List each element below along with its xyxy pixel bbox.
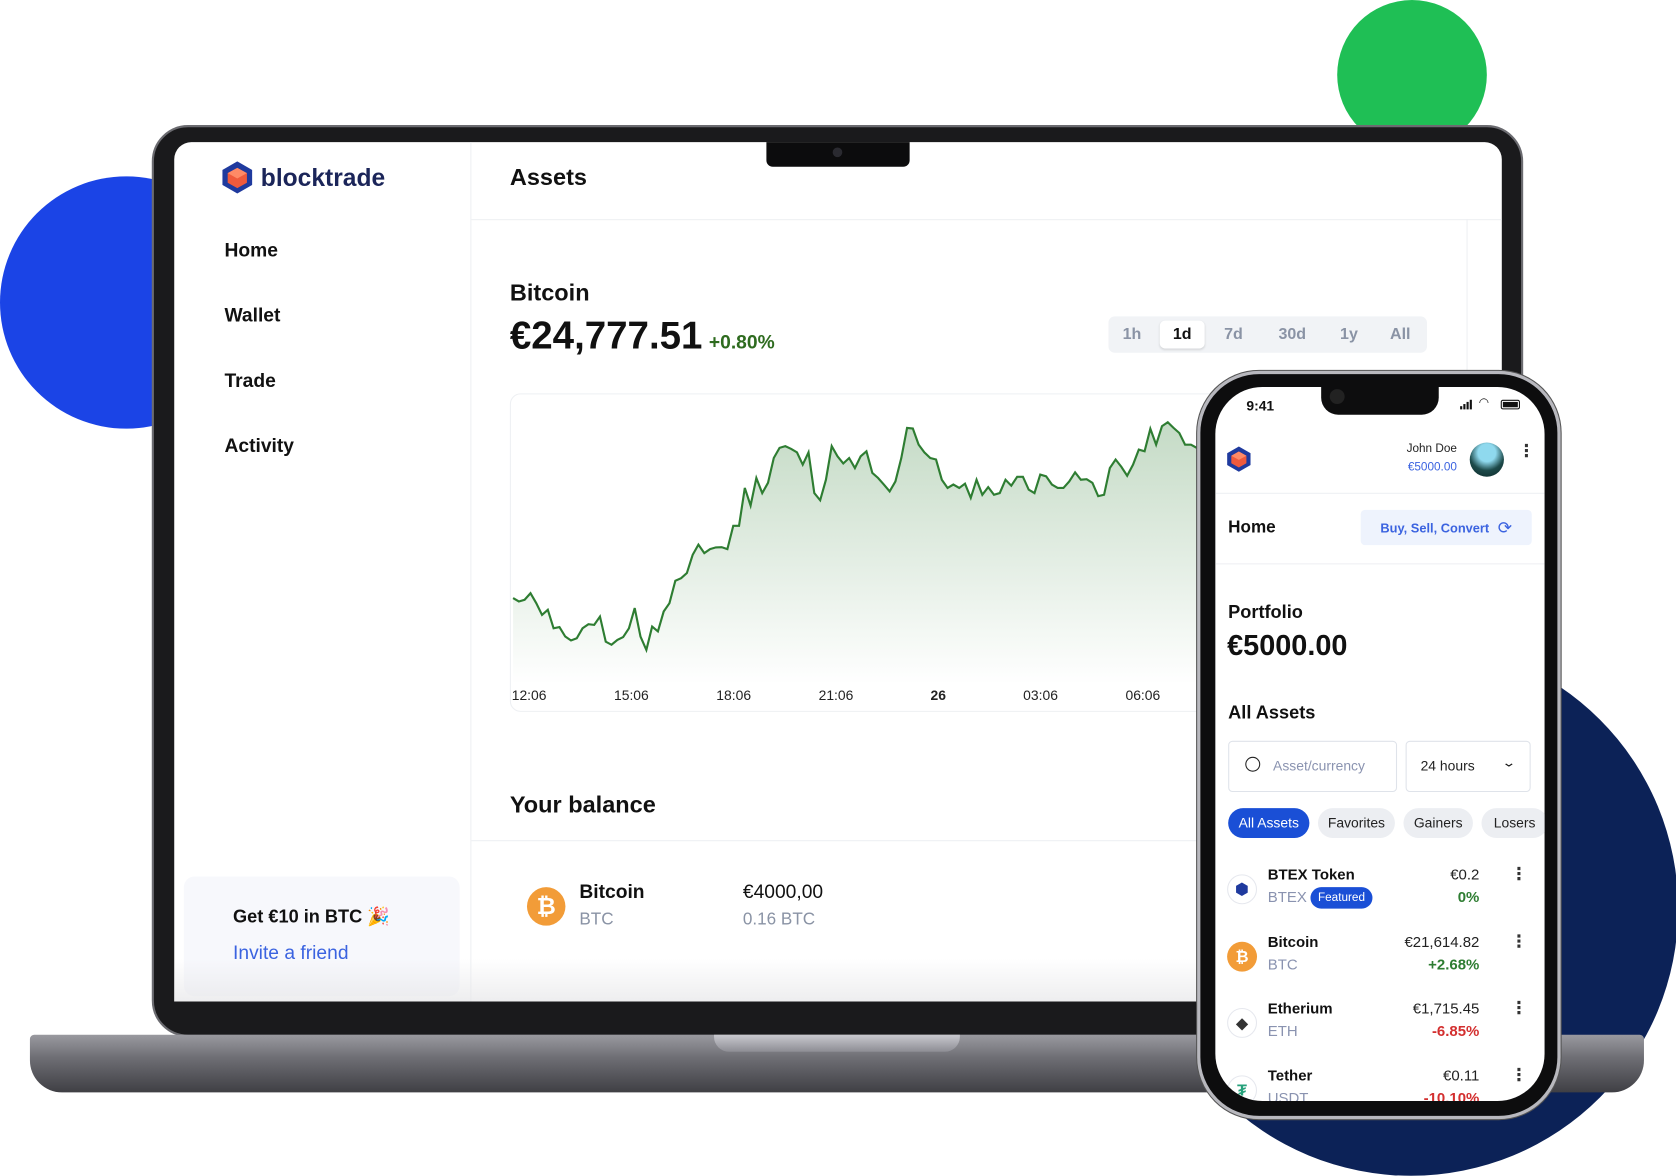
asset-name: Etherium: [1268, 999, 1333, 1016]
x-tick-label: 15:06: [614, 687, 649, 703]
portfolio-label: Portfolio: [1228, 602, 1303, 623]
asset-row-ethereum[interactable]: ◆ Etherium ETH €1,715.45 -6.85% ⋮: [1215, 999, 1544, 1063]
wifi-icon: ◠: [1479, 395, 1488, 409]
x-tick-label: 26: [931, 687, 946, 703]
x-tick-label: 03:06: [1023, 687, 1058, 703]
asset-row-tether[interactable]: ₮ Tether USDT €0.11 -10.10% ⋮: [1215, 1067, 1544, 1101]
chevron-down-icon: ⌄: [1501, 756, 1516, 770]
asset-name: BTEX Token: [1268, 866, 1355, 883]
buy-sell-convert-button[interactable]: Buy, Sell, Convert ⟳: [1361, 510, 1532, 545]
filter-all-assets[interactable]: All Assets: [1228, 808, 1309, 838]
phone-notch: [1321, 387, 1439, 415]
user-menu-icon[interactable]: ⋮: [1518, 449, 1524, 454]
featured-badge: Featured: [1310, 887, 1372, 908]
asset-price: €0.2: [1450, 866, 1479, 883]
asset-price: €0.11: [1443, 1067, 1479, 1084]
x-tick-label: 21:06: [819, 687, 854, 703]
asset-change: 0%: [1458, 888, 1480, 905]
period-select[interactable]: 24 hours ⌄: [1406, 741, 1531, 792]
asset-name: Bitcoin: [1268, 933, 1319, 950]
phone-page-title: Home: [1228, 518, 1276, 537]
asset-search-input[interactable]: Asset/currency: [1228, 741, 1397, 792]
asset-row-bitcoin[interactable]: ₿ Bitcoin BTC €21,614.82 +2.68% ⋮: [1215, 933, 1544, 997]
search-icon: [1245, 757, 1260, 772]
filter-losers[interactable]: Losers: [1481, 808, 1544, 838]
filter-gainers[interactable]: Gainers: [1403, 808, 1472, 838]
more-icon[interactable]: ⋮: [1510, 1006, 1516, 1011]
signal-icon: [1460, 400, 1472, 410]
phone-logo-icon: [1227, 446, 1251, 473]
phone-header-divider: [1215, 493, 1544, 494]
more-icon[interactable]: ⋮: [1510, 940, 1516, 945]
asset-change: -6.85%: [1432, 1022, 1479, 1039]
x-tick-label: 06:06: [1125, 687, 1160, 703]
asset-change: -10.10%: [1424, 1089, 1480, 1101]
filter-favorites[interactable]: Favorites: [1318, 808, 1395, 838]
convert-icon: ⟳: [1498, 517, 1512, 538]
asset-change: +2.68%: [1428, 956, 1479, 973]
bitcoin-icon: ₿: [1227, 942, 1257, 972]
search-placeholder: Asset/currency: [1273, 758, 1365, 774]
x-tick-label: 12:06: [512, 687, 547, 703]
phone-screen: 9:41 ◠ John Doe €5000.00 ⋮ Home Buy, Sel…: [1215, 387, 1544, 1101]
buy-sell-convert-label: Buy, Sell, Convert: [1380, 520, 1489, 535]
avatar[interactable]: [1470, 443, 1504, 477]
all-assets-title: All Assets: [1228, 702, 1315, 723]
asset-price: €1,715.45: [1413, 999, 1480, 1016]
status-time: 9:41: [1246, 398, 1274, 414]
phone-section-divider: [1215, 563, 1544, 564]
asset-price: €21,614.82: [1404, 933, 1479, 950]
period-value: 24 hours: [1421, 758, 1475, 774]
battery-icon: [1501, 400, 1520, 410]
btex-icon: ⬢: [1227, 874, 1257, 904]
more-icon[interactable]: ⋮: [1510, 1073, 1516, 1078]
ethereum-icon: ◆: [1227, 1008, 1257, 1038]
x-tick-label: 18:06: [716, 687, 751, 703]
asset-symbol: USDT: [1268, 1089, 1309, 1101]
user-name: John Doe: [1407, 443, 1457, 456]
asset-symbol: BTEX: [1268, 888, 1307, 905]
asset-name: Tether: [1268, 1067, 1313, 1084]
more-icon[interactable]: ⋮: [1510, 872, 1516, 877]
portfolio-value: €5000.00: [1227, 630, 1347, 663]
asset-symbol: BTC: [1268, 956, 1298, 973]
tether-icon: ₮: [1227, 1075, 1257, 1101]
asset-row-btex[interactable]: ⬢ BTEX Token BTEX Featured €0.2 0% ⋮: [1215, 866, 1544, 930]
user-balance: €5000.00: [1408, 461, 1457, 474]
asset-symbol: ETH: [1268, 1022, 1298, 1039]
